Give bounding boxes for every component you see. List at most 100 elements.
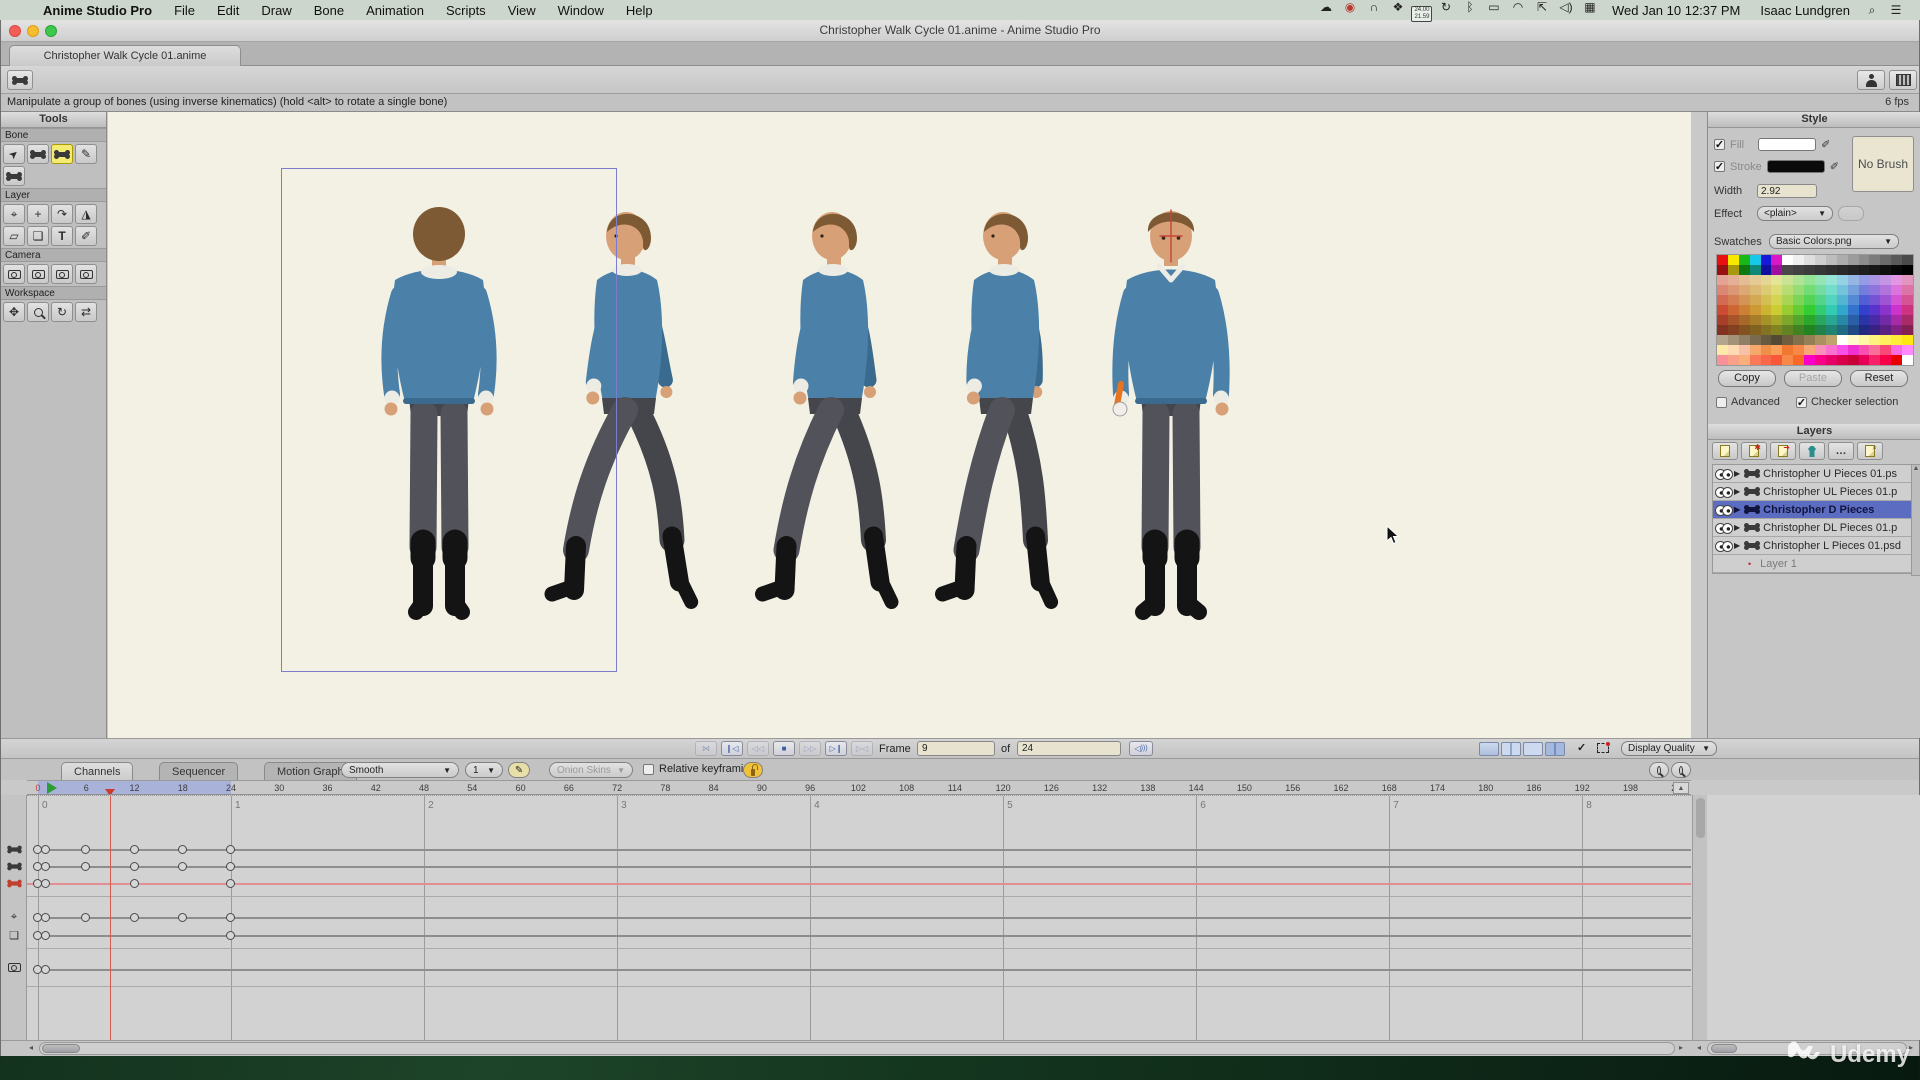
palette-cell[interactable] bbox=[1782, 295, 1793, 305]
fill-checkbox[interactable]: ✓ bbox=[1714, 139, 1725, 150]
palette-cell[interactable] bbox=[1815, 325, 1826, 335]
palette-cell[interactable] bbox=[1902, 335, 1913, 345]
advanced-checkbox[interactable] bbox=[1716, 397, 1727, 408]
palette-cell[interactable] bbox=[1869, 315, 1880, 325]
timeline-ruler[interactable]: 0612182430364248546066727884909610210811… bbox=[27, 780, 1691, 795]
palette-cell[interactable] bbox=[1728, 285, 1739, 295]
input-source-flag-icon[interactable]: ▦ bbox=[1578, 0, 1602, 17]
palette-cell[interactable] bbox=[1771, 315, 1782, 325]
checker-selection-checkbox[interactable]: ✓ bbox=[1796, 397, 1807, 408]
palette-cell[interactable] bbox=[1869, 275, 1880, 285]
palette-cell[interactable] bbox=[1717, 285, 1728, 295]
palette-cell[interactable] bbox=[1739, 325, 1750, 335]
palette-cell[interactable] bbox=[1793, 275, 1804, 285]
palette-cell[interactable] bbox=[1804, 265, 1815, 275]
layers-scrollbar[interactable]: ▲ bbox=[1911, 464, 1920, 576]
palette-cell[interactable] bbox=[1837, 305, 1848, 315]
palette-cell[interactable] bbox=[1750, 335, 1761, 345]
palette-cell[interactable] bbox=[1891, 345, 1902, 355]
palette-cell[interactable] bbox=[1837, 285, 1848, 295]
palette-cell[interactable] bbox=[1826, 285, 1837, 295]
palette-cell[interactable] bbox=[1837, 295, 1848, 305]
palette-cell[interactable] bbox=[1837, 275, 1848, 285]
palette-cell[interactable] bbox=[1837, 325, 1848, 335]
palette-cell[interactable] bbox=[1739, 265, 1750, 275]
airplay-icon[interactable]: ⇱ bbox=[1530, 0, 1554, 17]
palette-cell[interactable] bbox=[1837, 335, 1848, 345]
text-tool[interactable]: T bbox=[51, 226, 73, 246]
palette-cell[interactable] bbox=[1869, 265, 1880, 275]
palette-cell[interactable] bbox=[1728, 265, 1739, 275]
keyframe-dot[interactable] bbox=[130, 879, 139, 888]
canvas[interactable] bbox=[108, 112, 1691, 738]
palette-cell[interactable] bbox=[1891, 285, 1902, 295]
menu-window[interactable]: Window bbox=[547, 3, 615, 18]
palette-cell[interactable] bbox=[1728, 305, 1739, 315]
palette-cell[interactable] bbox=[1902, 295, 1913, 305]
follow-path-tool[interactable]: + bbox=[27, 204, 49, 224]
orbit-workspace-tool[interactable]: ⇄ bbox=[75, 302, 97, 322]
palette-cell[interactable] bbox=[1782, 265, 1793, 275]
step-back-button[interactable]: ◁◁ bbox=[747, 741, 769, 756]
palette-cell[interactable] bbox=[1782, 285, 1793, 295]
palette-cell[interactable] bbox=[1902, 255, 1913, 265]
stroke-color-swatch[interactable] bbox=[1767, 160, 1825, 173]
palette-cell[interactable] bbox=[1750, 345, 1761, 355]
menu-user[interactable]: Isaac Lundgren bbox=[1750, 3, 1860, 18]
bone-scale-channel-icon[interactable] bbox=[4, 860, 24, 872]
layer-visibility-icon[interactable] bbox=[1715, 469, 1731, 478]
palette-cell[interactable] bbox=[1902, 265, 1913, 275]
palette-cell[interactable] bbox=[1804, 355, 1815, 365]
palette-cell[interactable] bbox=[1804, 255, 1815, 265]
palette-cell[interactable] bbox=[1859, 345, 1870, 355]
palette-cell[interactable] bbox=[1848, 325, 1859, 335]
layer-visibility-icon[interactable] bbox=[1715, 505, 1731, 514]
palette-cell[interactable] bbox=[1891, 295, 1902, 305]
palette-cell[interactable] bbox=[1761, 285, 1772, 295]
palette-cell[interactable] bbox=[1761, 255, 1772, 265]
step-dropdown[interactable]: 1▼ bbox=[465, 762, 503, 778]
palette-cell[interactable] bbox=[1880, 355, 1891, 365]
keyframe-dot[interactable] bbox=[178, 862, 187, 871]
no-brush-button[interactable]: No Brush bbox=[1852, 136, 1914, 192]
palette-cell[interactable] bbox=[1782, 255, 1793, 265]
palette-cell[interactable] bbox=[1804, 295, 1815, 305]
effect-options-button[interactable] bbox=[1838, 206, 1864, 221]
palette-cell[interactable] bbox=[1739, 335, 1750, 345]
color-palette[interactable] bbox=[1716, 254, 1914, 366]
layer-expand-icon[interactable]: ▶ bbox=[1734, 523, 1740, 532]
palette-cell[interactable] bbox=[1815, 305, 1826, 315]
palette-cell[interactable] bbox=[1750, 315, 1761, 325]
palette-cell[interactable] bbox=[1750, 285, 1761, 295]
menu-animation[interactable]: Animation bbox=[355, 3, 435, 18]
layer-visibility-icon[interactable] bbox=[1715, 487, 1731, 496]
eyedropper-tool[interactable]: ✐ bbox=[75, 226, 97, 246]
spotlight-icon[interactable]: ⌕ bbox=[1860, 0, 1884, 20]
palette-cell[interactable] bbox=[1771, 355, 1782, 365]
palette-cell[interactable] bbox=[1848, 355, 1859, 365]
palette-cell[interactable] bbox=[1848, 305, 1859, 315]
palette-cell[interactable] bbox=[1761, 325, 1772, 335]
keyframe-dot[interactable] bbox=[41, 862, 50, 871]
pan-tool[interactable]: ✥ bbox=[3, 302, 25, 322]
palette-cell[interactable] bbox=[1739, 345, 1750, 355]
layer-row[interactable]: ▶Christopher U Pieces 01.ps bbox=[1713, 465, 1911, 483]
palette-cell[interactable] bbox=[1826, 325, 1837, 335]
palette-cell[interactable] bbox=[1793, 305, 1804, 315]
effect-dropdown[interactable]: <plain>▼ bbox=[1757, 206, 1833, 221]
single-view-button[interactable] bbox=[1479, 742, 1499, 756]
zoom-tool[interactable] bbox=[27, 302, 49, 322]
keyframe-dot[interactable] bbox=[226, 931, 235, 940]
palette-cell[interactable] bbox=[1859, 335, 1870, 345]
keyframe-dot[interactable] bbox=[226, 845, 235, 854]
palette-cell[interactable] bbox=[1717, 295, 1728, 305]
palette-cell[interactable] bbox=[1761, 275, 1772, 285]
layer-visibility-icon[interactable] bbox=[1715, 523, 1731, 532]
keyframe-dot[interactable] bbox=[81, 845, 90, 854]
palette-cell[interactable] bbox=[1728, 325, 1739, 335]
palette-cell[interactable] bbox=[1793, 255, 1804, 265]
palette-cell[interactable] bbox=[1848, 315, 1859, 325]
palette-cell[interactable] bbox=[1826, 345, 1837, 355]
search-layer-button[interactable]: ⌕ bbox=[1857, 442, 1883, 460]
palette-cell[interactable] bbox=[1837, 345, 1848, 355]
